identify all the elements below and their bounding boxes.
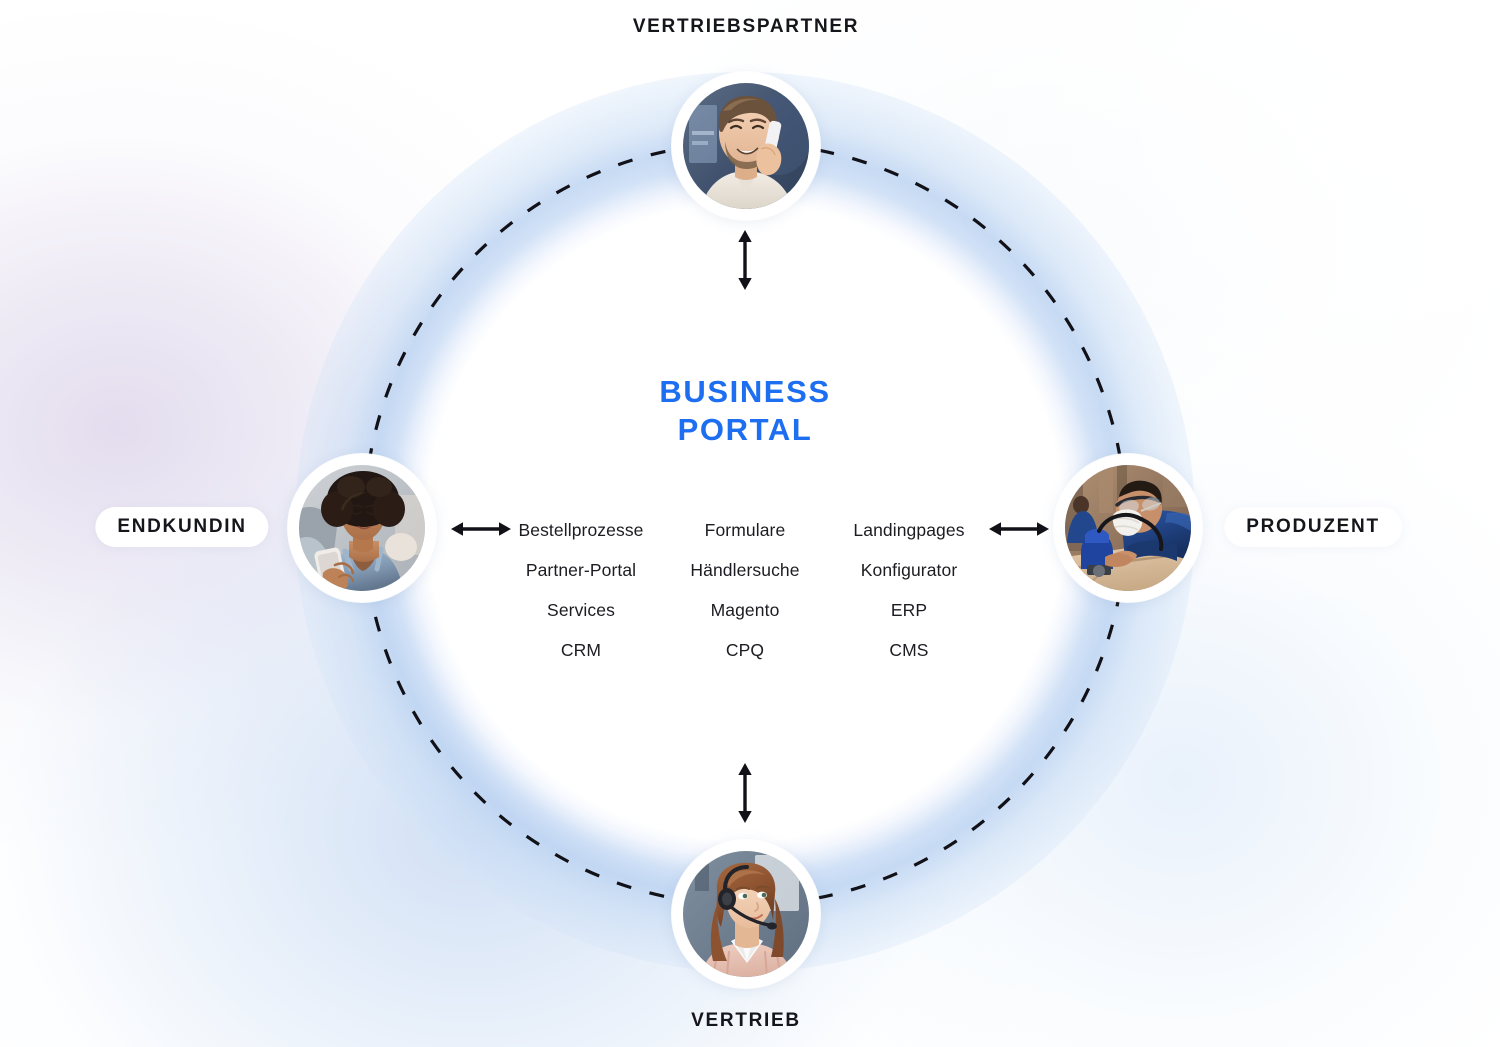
avatar-woman-with-smartphone[interactable] (288, 454, 436, 602)
feature-item: Services (547, 600, 615, 620)
node-label-endkundin: ENDKUNDIN (95, 507, 269, 547)
avatar-man-on-phone[interactable] (672, 72, 820, 220)
double-arrow-vertical-icon (738, 763, 752, 823)
feature-item: CRM (560, 640, 602, 660)
node-label-vertrieb: VERTRIEB (691, 1010, 801, 1031)
feature-item: Magento (710, 600, 780, 620)
avatar-image (299, 465, 425, 591)
feature-item: CMS (889, 640, 929, 660)
avatar-woman-with-headset[interactable] (672, 840, 820, 988)
portal-title-line1: BUSINESS (659, 374, 831, 409)
feature-item: Bestellprozesse (518, 520, 644, 540)
feature-item: Formulare (704, 520, 786, 540)
node-label-vertriebspartner: VERTRIEBSPARTNER (632, 16, 860, 37)
feature-item: Händlersuche (690, 560, 800, 580)
node-label-produzent: PRODUZENT (1224, 507, 1402, 547)
feature-item: Konfigurator (860, 560, 958, 580)
diagram-canvas: BUSINESS PORTAL Bestellprozesse Formular… (0, 0, 1500, 1047)
portal-title: BUSINESS PORTAL (659, 373, 830, 449)
avatar-image (1065, 465, 1191, 591)
avatar-image (683, 83, 809, 209)
feature-item: ERP (890, 600, 928, 620)
feature-item: Partner-Portal (525, 560, 637, 580)
avatar-image (683, 851, 809, 977)
double-arrow-vertical-icon (738, 230, 752, 290)
avatar-craftsman-with-tool[interactable] (1054, 454, 1202, 602)
feature-item: Landingpages (853, 520, 965, 540)
portal-title-line2: PORTAL (677, 412, 813, 447)
double-arrow-horizontal-icon (989, 522, 1049, 536)
feature-list: Bestellprozesse Formulare Landingpages P… (501, 510, 989, 670)
feature-item: CPQ (725, 640, 765, 660)
